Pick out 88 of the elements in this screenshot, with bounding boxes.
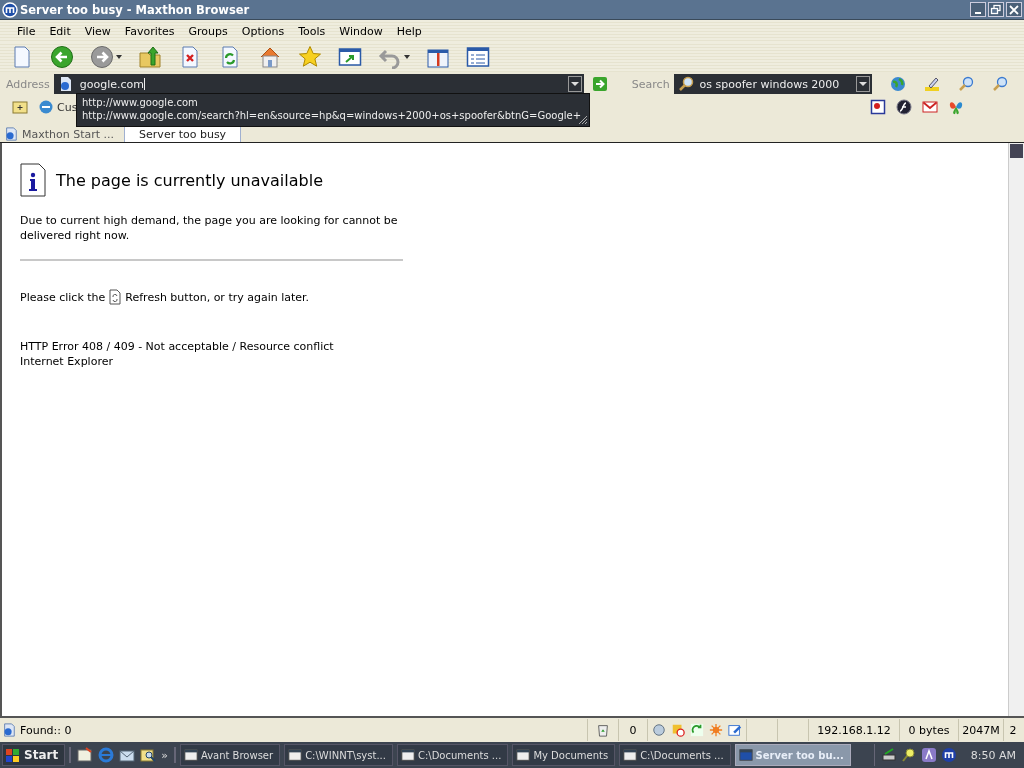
network-icon[interactable]	[880, 747, 897, 763]
picture-frame-icon[interactable]	[870, 99, 886, 115]
menu-item[interactable]: Options	[234, 24, 292, 38]
windows-logo-icon	[5, 747, 21, 763]
list-icon[interactable]	[466, 45, 490, 69]
favorites-folder-icon[interactable]	[12, 99, 28, 115]
start-button[interactable]: Start	[2, 744, 66, 766]
zoom-in-icon[interactable]	[957, 76, 974, 92]
window-title: Server too busy - Maxthon Browser	[20, 2, 250, 17]
taskbar-button[interactable]: Avant Browser	[179, 744, 281, 766]
butterfly-icon[interactable]	[948, 99, 964, 115]
window-icon	[400, 748, 415, 762]
instruction-text: Refresh button, or try again later.	[125, 289, 310, 305]
taskbar-button[interactable]: C:\Documents ...	[619, 744, 731, 766]
magnifier-icon[interactable]	[900, 747, 917, 763]
block-icon[interactable]	[671, 723, 685, 737]
page-icon	[4, 127, 18, 141]
app-icon[interactable]	[920, 747, 937, 763]
edit-icon[interactable]	[728, 723, 742, 737]
page-icon	[2, 723, 16, 737]
error-message: Due to current high demand, the page you are looking for cannot be delivered right now.	[20, 213, 399, 243]
tab[interactable]: Maxthon Start ...	[2, 126, 123, 142]
back-icon[interactable]	[50, 45, 74, 69]
close-icon	[1008, 3, 1020, 16]
desktop-icon[interactable]	[77, 747, 94, 763]
menu-item[interactable]: View	[77, 24, 118, 38]
address-field[interactable]: google.com	[53, 74, 584, 94]
menu-item[interactable]: Help	[389, 24, 429, 38]
memory-usage: 2047M	[958, 719, 1003, 741]
folder-up-icon[interactable]	[138, 45, 162, 69]
taskbar-button[interactable]: My Documents	[512, 744, 616, 766]
suggestion-item[interactable]: http://www.google.com	[82, 96, 198, 109]
forward-icon[interactable]	[90, 45, 114, 69]
address-label: Address	[6, 77, 50, 91]
taskbar-button[interactable]: C:\WINNT\syst...	[284, 744, 393, 766]
window-icon	[288, 748, 303, 762]
go-icon[interactable]	[591, 76, 608, 92]
error-code: HTTP Error 408 / 409 - Not acceptable / Resource conflict	[20, 339, 335, 354]
status-field: 2	[1003, 719, 1022, 741]
menu-item[interactable]: File	[10, 24, 43, 38]
sync-icon[interactable]	[690, 723, 704, 737]
instruction-text: Please click the	[20, 289, 106, 305]
resize-grip-icon[interactable]	[578, 115, 589, 125]
flash-icon[interactable]	[896, 99, 912, 115]
menu-item[interactable]: Groups	[181, 24, 235, 38]
home-icon[interactable]	[258, 45, 282, 69]
envelope-icon[interactable]	[119, 747, 136, 763]
restore-button[interactable]	[988, 2, 1004, 17]
network-icon[interactable]	[652, 723, 666, 737]
browser-logo-icon	[2, 1, 18, 18]
search-icon[interactable]	[140, 747, 157, 763]
search-field[interactable]: os spoofer windows 2000	[673, 74, 872, 94]
menu-item[interactable]: Favorites	[117, 24, 182, 38]
taskbar-button[interactable]: C:\Documents ...	[396, 744, 509, 766]
menu-item[interactable]: Window	[332, 24, 390, 38]
closed-tabs-count: 0	[618, 719, 647, 741]
highlighter-icon[interactable]	[923, 76, 940, 92]
bytes-count: 0 bytes	[899, 719, 958, 741]
minimize-button[interactable]	[970, 2, 986, 17]
mail-icon[interactable]	[922, 99, 938, 115]
page-heading: The page is currently unavailable	[56, 170, 323, 190]
menu-item[interactable]: Edit	[42, 24, 78, 38]
scrollbar[interactable]	[1008, 143, 1024, 716]
more-button[interactable]: »	[161, 748, 168, 762]
new-window-icon[interactable]	[338, 45, 362, 69]
caret-icon[interactable]	[404, 55, 410, 59]
close-button[interactable]	[1006, 2, 1022, 17]
search-icon	[677, 76, 694, 92]
info-icon	[20, 163, 46, 197]
ip-address: 192.168.1.12	[808, 719, 899, 741]
window-icon	[516, 748, 531, 762]
window-icon	[183, 748, 198, 762]
refresh-icon	[109, 289, 122, 305]
clock: 8:50 AM	[970, 748, 1016, 762]
restore-icon	[990, 3, 1002, 16]
menu-item[interactable]: Tools	[291, 24, 333, 38]
window-icon	[623, 748, 638, 762]
caret-icon[interactable]	[116, 55, 122, 59]
recycle-bin-icon[interactable]	[596, 723, 610, 737]
minimize-icon	[975, 11, 981, 14]
browser-logo-icon[interactable]	[940, 747, 957, 763]
suggestion-item[interactable]: http://www.google.com/search?hl=en&source=hp&q=windows+2000+os+spoofer&btnG=Google+	[82, 109, 582, 122]
browser-name: Internet Explorer	[20, 354, 114, 369]
window-icon	[738, 748, 753, 762]
search-label: Search	[631, 77, 670, 91]
found-count: Found:: 0	[20, 723, 72, 737]
zoom-out-icon[interactable]	[991, 76, 1008, 92]
star-icon[interactable]	[298, 45, 322, 69]
